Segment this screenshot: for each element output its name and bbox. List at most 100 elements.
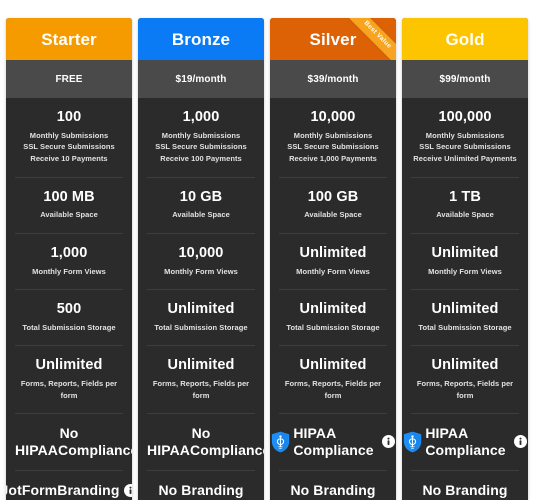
feature-row-branding: No Branding — [147, 471, 255, 500]
plan-price-row: FREE — [6, 60, 132, 98]
submissions-desc: Monthly Submissions SSL Secure Submission… — [15, 130, 123, 165]
hipaa-row-content: HIPAA Compliance — [404, 425, 527, 458]
branding-row-content: No Branding — [147, 482, 255, 499]
submissions-value: 100,000 — [438, 109, 492, 125]
views-desc-line: Monthly Form Views — [296, 266, 370, 276]
views-desc: Monthly Form Views — [147, 266, 255, 278]
branding-row-content: JotFormBranding — [6, 482, 132, 499]
plan-header: Starter — [6, 18, 132, 60]
forms-desc-line: form — [456, 390, 474, 400]
plan-price-row: $39/month — [270, 60, 396, 98]
submissions-value: 10,000 — [310, 109, 356, 125]
plan-column-bronze[interactable]: Bronze $19/month 1,000 Monthly Submissions S… — [138, 18, 264, 500]
plan-price: FREE — [55, 73, 83, 85]
storage-value: Unlimited — [167, 301, 235, 318]
forms-desc: Forms, Reports, Fields per form — [279, 378, 387, 401]
storage-desc-line: Total Submission Storage — [154, 322, 248, 332]
submissions-desc-line: SSL Secure Submissions — [155, 142, 247, 152]
branding-label-line1: No Branding — [290, 482, 376, 499]
submissions-desc-line: SSL Secure Submissions — [287, 142, 379, 152]
feature-row-forms: Unlimited Forms, Reports, Fields per form — [279, 346, 387, 415]
plan-name: Starter — [41, 29, 97, 49]
feature-row-space: 100 MB Available Space — [15, 178, 123, 234]
branding-row-content: No Branding — [279, 482, 387, 499]
feature-row-space: 100 GB Available Space — [279, 178, 387, 234]
branding-label: JotFormBranding — [6, 482, 119, 499]
branding-label: No Branding — [158, 482, 243, 499]
submissions-desc-line: Monthly Submissions — [29, 130, 109, 140]
submissions-desc: Monthly Submissions SSL Secure Submission… — [147, 130, 255, 165]
forms-desc-line: Forms, Reports, Fields per — [20, 379, 118, 389]
plan-header: Bronze — [138, 18, 264, 60]
feature-list: 100 Monthly Submissions SSL Secure Submiss… — [6, 98, 132, 500]
hipaa-label-line2: Compliance — [190, 441, 264, 458]
branding-row-content: No Branding — [411, 482, 519, 499]
feature-row-forms: Unlimited Forms, Reports, Fields per form — [411, 346, 519, 415]
forms-desc: Forms, Reports, Fields per form — [147, 378, 255, 401]
forms-desc-line: Forms, Reports, Fields per — [416, 379, 514, 389]
hipaa-label: No HIPAACompliance — [15, 425, 132, 458]
feature-row-storage: Unlimited Total Submission Storage — [411, 290, 519, 347]
feature-row-forms: Unlimited Forms, Reports, Fields per form — [147, 346, 255, 415]
forms-desc: Forms, Reports, Fields per form — [411, 378, 519, 401]
feature-row-views: 10,000 Monthly Form Views — [147, 234, 255, 291]
plan-price-row: $19/month — [138, 60, 264, 98]
feature-row-hipaa: No HIPAACompliance — [15, 414, 132, 472]
branding-label-line2: Branding — [57, 482, 120, 499]
submissions-desc-line: Monthly Submissions — [161, 130, 241, 140]
hipaa-label-line2: Compliance — [58, 441, 132, 458]
feature-row-submissions: 1,000 Monthly Submissions SSL Secure Submi… — [147, 98, 255, 178]
forms-value: Unlimited — [35, 357, 103, 374]
feature-row-hipaa: HIPAA Compliance — [404, 414, 527, 472]
feature-row-space: 10 GB Available Space — [147, 178, 255, 234]
plan-column-gold[interactable]: Gold $99/month 100,000 Monthly Submissions S… — [402, 18, 528, 500]
branding-label-line1: No Branding — [158, 482, 244, 499]
info-icon[interactable] — [513, 435, 527, 449]
views-desc: Monthly Form Views — [15, 266, 123, 278]
space-value: 100 MB — [43, 188, 95, 205]
plan-price-row: $99/month — [402, 60, 528, 98]
storage-desc: Total Submission Storage — [411, 322, 519, 334]
space-desc: Available Space — [411, 209, 519, 221]
forms-value: Unlimited — [167, 357, 235, 374]
branding-label: No Branding — [422, 482, 507, 499]
space-desc-line: Available Space — [304, 210, 362, 220]
storage-desc: Total Submission Storage — [147, 322, 255, 334]
plan-column-starter[interactable]: Starter FREE 100 Monthly Submissions SSL Sec… — [6, 18, 132, 500]
forms-desc-line: form — [324, 390, 342, 400]
submissions-desc-line: Receive 10 Payments — [30, 153, 108, 163]
storage-desc-line: Total Submission Storage — [286, 322, 380, 332]
hipaa-label: HIPAA Compliance — [425, 425, 505, 458]
feature-row-views: Unlimited Monthly Form Views — [279, 234, 387, 291]
space-desc-line: Available Space — [436, 210, 494, 220]
plan-column-silver[interactable]: Silver Best Value $39/month 10,000 Monthly S… — [270, 18, 396, 500]
forms-value: Unlimited — [299, 357, 367, 374]
plan-name: Silver — [309, 29, 357, 49]
hipaa-label: HIPAA Compliance — [293, 425, 373, 458]
branding-label-line1: JotForm — [6, 482, 58, 499]
best-value-ribbon-label: Best Value — [362, 19, 393, 51]
branding-label: No Branding — [290, 482, 375, 499]
space-desc: Available Space — [147, 209, 255, 221]
hipaa-label-line1: HIPAA — [293, 425, 337, 442]
submissions-desc: Monthly Submissions SSL Secure Submission… — [279, 130, 387, 165]
feature-row-forms: Unlimited Forms, Reports, Fields per form — [15, 346, 123, 415]
plan-header: Gold — [402, 18, 528, 60]
feature-row-hipaa: No HIPAACompliance — [147, 414, 264, 472]
space-desc-line: Available Space — [40, 210, 98, 220]
space-value: 100 GB — [307, 188, 359, 205]
submissions-desc: Monthly Submissions SSL Secure Submission… — [411, 130, 519, 165]
plan-price: $99/month — [439, 73, 491, 85]
space-desc-line: Available Space — [172, 210, 230, 220]
feature-row-branding: No Branding — [411, 471, 519, 500]
submissions-desc-line: Monthly Submissions — [425, 130, 505, 140]
views-value: 1,000 — [50, 244, 88, 261]
forms-desc-line: form — [192, 390, 210, 400]
info-icon[interactable] — [124, 484, 132, 498]
submissions-desc-line: SSL Secure Submissions — [23, 142, 115, 152]
views-value: 10,000 — [178, 244, 224, 261]
space-value: 10 GB — [179, 188, 223, 205]
forms-desc-line: Forms, Reports, Fields per — [284, 379, 382, 389]
info-icon[interactable] — [381, 435, 395, 449]
feature-row-views: 1,000 Monthly Form Views — [15, 234, 123, 291]
